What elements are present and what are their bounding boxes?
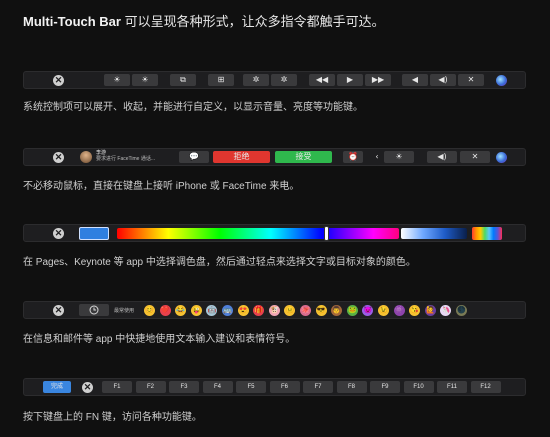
emoji-key[interactable]: 🦄: [440, 305, 452, 316]
caption-3: 在 Pages、Keynote 等 app 中选择调色盘，然后通过轻点来选择文字…: [23, 257, 416, 268]
volume-down-key[interactable]: ◀: [402, 74, 428, 86]
palette-swatch-button[interactable]: [472, 227, 502, 240]
current-color-swatch[interactable]: [79, 227, 109, 240]
function-key-f2[interactable]: F2: [135, 381, 166, 393]
emoji-key[interactable]: 😈: [362, 305, 374, 316]
fast-forward-key[interactable]: ▶▶: [365, 74, 391, 86]
emoji-key[interactable]: 🚌: [222, 305, 233, 316]
emoji-key[interactable]: 🐙: [300, 305, 311, 316]
emoji-key[interactable]: 😉: [378, 305, 389, 316]
hue-slider-handle[interactable]: [324, 226, 329, 241]
function-key-f10[interactable]: F10: [403, 381, 434, 393]
headline-bold: Multi-Touch Bar: [23, 14, 121, 29]
function-key-f11[interactable]: F11: [437, 381, 467, 393]
caption-4: 在信息和邮件等 app 中快捷地使用文本输入建议和表情符号。: [23, 334, 296, 345]
mute-key[interactable]: ✕: [460, 151, 490, 163]
emoji-key[interactable]: 😘: [409, 305, 421, 316]
function-key-f4[interactable]: F4: [202, 381, 233, 393]
function-key-f3[interactable]: F3: [169, 381, 199, 393]
headline: Multi-Touch Bar 可以呈现各种形式，让众多指令都触手可达。: [23, 11, 385, 30]
close-icon[interactable]: ✕: [53, 227, 64, 239]
function-key-f1[interactable]: F1: [102, 381, 132, 393]
emoji-key[interactable]: 🙋: [424, 305, 436, 316]
siri-icon[interactable]: [496, 74, 507, 86]
emoji-key[interactable]: 😐: [284, 305, 296, 316]
siri-icon[interactable]: [496, 151, 507, 163]
emoji-key[interactable]: 🐮: [268, 305, 280, 316]
chevron-left-icon[interactable]: ‹: [373, 151, 381, 163]
keyboard-light-up-key[interactable]: ✲: [271, 74, 297, 86]
emoji-key[interactable]: ❤️: [159, 305, 171, 316]
touch-bar-emoji: ✕ 最常使用 😊 ❤️ 😂 😜 🤖 🚌 😍 🎁 🐮 😐 🐙 😎 👨 🐸 😈 😉 👾 😘 🙋 🦄 🌑: [23, 301, 526, 319]
emoji-key[interactable]: 🌑: [456, 305, 467, 316]
emoji-key[interactable]: 😜: [190, 305, 202, 316]
function-key-f9[interactable]: F9: [370, 381, 400, 393]
function-key-f6[interactable]: F6: [269, 381, 300, 393]
rewind-key[interactable]: ◀◀: [309, 74, 335, 86]
caller-info: 李游 要求进行 FaceTime 通话...: [96, 150, 186, 162]
brightness-down-key[interactable]: ☀: [104, 74, 130, 86]
hue-slider[interactable]: [117, 228, 399, 239]
mission-control-key[interactable]: ⧉: [170, 74, 196, 86]
caption-2: 不必移动鼠标，直接在键盘上接听 iPhone 或 FaceTime 来电。: [23, 181, 300, 192]
function-key-row: F1 F2 F3 F4 F5 F6 F7 F8 F9 F10 F11 F12: [24, 379, 527, 397]
caption-5: 按下键盘上的 FN 键，访问各种功能键。: [23, 412, 202, 423]
brightness-key[interactable]: ☀: [384, 151, 414, 163]
close-icon[interactable]: ✕: [53, 151, 64, 163]
alarm-icon: ⏰: [348, 152, 358, 161]
message-icon: 💬: [189, 152, 199, 161]
emoji-key[interactable]: 😊: [144, 305, 155, 316]
accept-button[interactable]: 接受: [275, 151, 332, 163]
brightness-up-key[interactable]: ☀: [132, 74, 158, 86]
caller-status: 要求进行 FaceTime 通话...: [96, 156, 155, 162]
function-key-f12[interactable]: F12: [470, 381, 501, 393]
decline-button[interactable]: 拒绝: [213, 151, 270, 163]
emoji-key[interactable]: 🤖: [206, 305, 218, 316]
avatar: [80, 151, 92, 163]
decline-label: 拒绝: [233, 152, 250, 161]
emoji-row: 😊 ❤️ 😂 😜 🤖 🚌 😍 🎁 🐮 😐 🐙 😎 👨 🐸 😈 😉 👾 😘 🙋 🦄 🌑: [24, 302, 527, 320]
emoji-key[interactable]: 👨: [331, 305, 343, 316]
emoji-key[interactable]: 😎: [315, 305, 327, 316]
touch-bar-incoming-call: ✕ 李游 要求进行 FaceTime 通话... 💬 拒绝 接受 ⏰ ‹ ☀ ◀…: [23, 148, 526, 166]
launchpad-key[interactable]: ⊞: [208, 74, 234, 86]
shade-slider[interactable]: [401, 228, 467, 239]
function-key-f8[interactable]: F8: [336, 381, 367, 393]
keyboard-light-down-key[interactable]: ✲: [243, 74, 269, 86]
play-pause-key[interactable]: ▶: [337, 74, 363, 86]
alarm-button[interactable]: ⏰: [343, 151, 363, 163]
caption-1: 系统控制项可以展开、收起，并能进行自定义，以显示音量、亮度等功能键。: [23, 102, 363, 113]
touch-bar-function-keys: 完成 ✕ F1 F2 F3 F4 F5 F6 F7 F8 F9 F10 F11 F12: [23, 378, 526, 396]
headline-rest: 可以呈现各种形式，让众多指令都触手可达。: [120, 14, 385, 29]
close-icon[interactable]: ✕: [53, 74, 64, 86]
volume-up-key[interactable]: ◀): [430, 74, 456, 86]
function-key-f5[interactable]: F5: [236, 381, 266, 393]
emoji-key[interactable]: 🎁: [253, 305, 265, 316]
touch-bar-system-controls: ✕ ☀ ☀ ⧉ ⊞ ✲ ✲ ◀◀ ▶ ▶▶ ◀ ◀) ✕: [23, 71, 526, 89]
emoji-key[interactable]: 😂: [175, 305, 187, 316]
function-key-f7[interactable]: F7: [303, 381, 333, 393]
volume-key[interactable]: ◀): [427, 151, 457, 163]
emoji-key[interactable]: 👾: [393, 305, 405, 316]
accept-label: 接受: [295, 152, 312, 161]
touch-bar-color-picker: ✕: [23, 224, 526, 242]
message-button[interactable]: 💬: [179, 151, 209, 163]
mute-key[interactable]: ✕: [458, 74, 484, 86]
emoji-key[interactable]: 🐸: [346, 305, 358, 316]
emoji-key[interactable]: 😍: [237, 305, 249, 316]
